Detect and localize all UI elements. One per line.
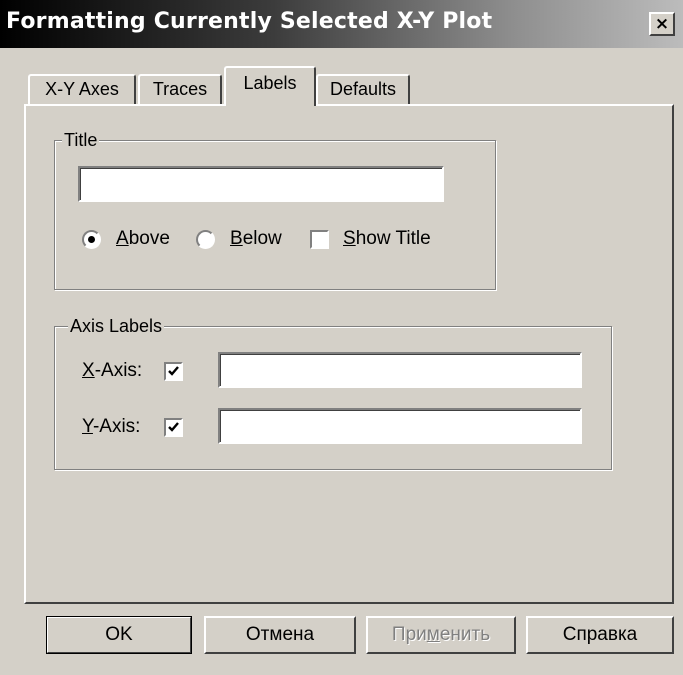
below-label[interactable]: Below xyxy=(230,228,282,250)
tab-xy-axes[interactable]: X-Y Axes xyxy=(28,74,136,104)
y-axis-label: Y-Axis: xyxy=(82,416,141,437)
checkmark-icon xyxy=(168,366,179,376)
title-input[interactable] xyxy=(78,166,444,202)
title-bar: Formatting Currently Selected X-Y Plot × xyxy=(0,0,683,48)
x-axis-label: X-Axis: xyxy=(82,360,143,381)
ok-button[interactable]: OK xyxy=(46,616,192,654)
y-axis-checkbox[interactable] xyxy=(164,418,183,437)
x-axis-checkbox[interactable] xyxy=(164,362,183,381)
show-title-label[interactable]: Show Title xyxy=(343,228,431,250)
apply-button[interactable]: Применить xyxy=(366,616,516,654)
above-label[interactable]: Above xyxy=(116,228,170,250)
tab-panel-labels: Title Above Below Show Title Axis Labels… xyxy=(24,104,674,604)
show-title-checkbox[interactable] xyxy=(310,230,329,249)
above-radio[interactable] xyxy=(82,230,101,249)
close-icon: × xyxy=(654,13,670,34)
x-axis-input[interactable] xyxy=(218,352,582,388)
tab-labels[interactable]: Labels xyxy=(224,66,316,106)
window-title: Formatting Currently Selected X-Y Plot xyxy=(6,9,493,34)
title-group-legend: Title xyxy=(62,130,100,150)
dialog-window: Formatting Currently Selected X-Y Plot ×… xyxy=(0,0,683,675)
axis-labels-legend: Axis Labels xyxy=(68,316,165,336)
axis-labels-group xyxy=(54,326,612,470)
checkmark-icon xyxy=(168,422,179,432)
help-button[interactable]: Справка xyxy=(526,616,674,654)
below-radio[interactable] xyxy=(196,230,215,249)
tab-defaults[interactable]: Defaults xyxy=(316,74,410,104)
y-axis-input[interactable] xyxy=(218,408,582,444)
title-group xyxy=(54,140,496,290)
close-button[interactable]: × xyxy=(649,12,675,36)
radio-selected-dot xyxy=(88,236,95,243)
tab-traces[interactable]: Traces xyxy=(138,74,222,104)
cancel-button[interactable]: Отмена xyxy=(204,616,356,654)
